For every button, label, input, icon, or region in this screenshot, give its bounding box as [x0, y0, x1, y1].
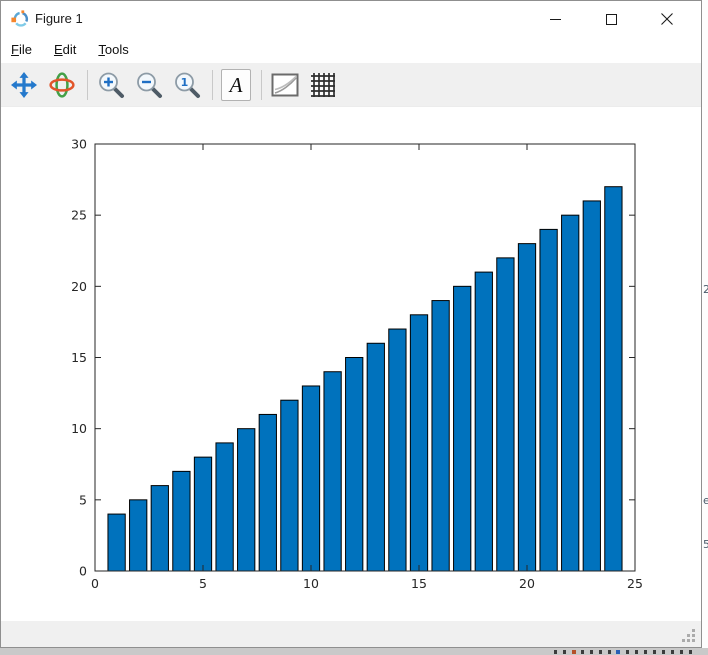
toggle-axes-button[interactable]: [270, 70, 300, 100]
figure-window: Figure 1 File Edit Tools: [0, 0, 702, 648]
bar[interactable]: [346, 358, 363, 572]
menu-edit[interactable]: Edit: [54, 38, 76, 62]
y-tick-label: 5: [79, 492, 87, 507]
window-title: Figure 1: [35, 10, 83, 28]
menu-bar: File Edit Tools: [1, 37, 701, 63]
zoom-out-button[interactable]: [134, 70, 164, 100]
bar[interactable]: [194, 457, 211, 571]
bar[interactable]: [238, 429, 255, 571]
toolbar-separator: [212, 70, 213, 100]
minimize-icon: [550, 19, 561, 20]
bar[interactable]: [302, 386, 319, 571]
minimize-button[interactable]: [527, 1, 583, 37]
zoom-original-button[interactable]: 1: [172, 70, 202, 100]
y-tick-label: 30: [71, 137, 87, 152]
pan-button[interactable]: [9, 70, 39, 100]
toolbar-separator: [87, 70, 88, 100]
octave-logo-icon: [11, 10, 29, 28]
background-glyph-fragments: [554, 650, 694, 654]
bar[interactable]: [367, 343, 384, 571]
background-text-fragment: 5: [703, 538, 708, 551]
bar[interactable]: [216, 443, 233, 571]
zoom-in-button[interactable]: [96, 70, 126, 100]
background-text-fragment: e: [703, 494, 708, 507]
x-tick-label: 15: [411, 576, 427, 591]
toggle-grid-button[interactable]: [308, 70, 338, 100]
axes-icon: [271, 73, 299, 97]
maximize-button[interactable]: [583, 1, 639, 37]
rotate-icon: [49, 72, 75, 98]
bar[interactable]: [475, 272, 492, 571]
title-bar[interactable]: Figure 1: [1, 1, 701, 37]
y-tick-label: 10: [71, 421, 87, 436]
rotate-button[interactable]: [47, 70, 77, 100]
bar[interactable]: [173, 471, 190, 571]
y-tick-label: 25: [71, 208, 87, 223]
bar[interactable]: [562, 215, 579, 571]
svg-text:1: 1: [181, 76, 189, 89]
x-tick-label: 25: [627, 576, 643, 591]
bar[interactable]: [454, 286, 471, 571]
grid-icon: [310, 72, 336, 98]
bar[interactable]: [389, 329, 406, 571]
x-tick-label: 5: [199, 576, 207, 591]
menu-tools[interactable]: Tools: [98, 38, 128, 62]
bar-chart[interactable]: 0 5 10 15 20 25 0 5 10 15 20 25 30: [1, 107, 701, 621]
bar[interactable]: [583, 201, 600, 571]
bar[interactable]: [108, 514, 125, 571]
y-tick-label: 0: [79, 564, 87, 579]
bar[interactable]: [540, 229, 557, 571]
close-button[interactable]: [639, 1, 695, 37]
bar[interactable]: [324, 372, 341, 571]
zoom-out-icon: [135, 71, 163, 99]
background-text-fragment: 2: [703, 283, 708, 296]
bar[interactable]: [497, 258, 514, 571]
zoom-in-icon: [97, 71, 125, 99]
maximize-icon: [606, 14, 617, 25]
x-tick-label: 20: [519, 576, 535, 591]
bar[interactable]: [259, 414, 276, 571]
x-tick-label: 10: [303, 576, 319, 591]
y-tick-label: 20: [71, 279, 87, 294]
insert-text-icon: A: [230, 72, 243, 98]
y-tick-label: 15: [71, 350, 87, 365]
bar[interactable]: [518, 244, 535, 571]
figure-canvas[interactable]: 0 5 10 15 20 25 0 5 10 15 20 25 30: [1, 107, 701, 621]
bar[interactable]: [281, 400, 298, 571]
pan-icon: [11, 72, 37, 98]
toolbar-separator: [261, 70, 262, 100]
bar[interactable]: [605, 187, 622, 571]
caption-buttons: [527, 1, 695, 37]
menu-file[interactable]: File: [11, 38, 32, 62]
bar[interactable]: [410, 315, 427, 571]
x-tick-label: 0: [91, 576, 99, 591]
resize-grip-icon[interactable]: [682, 629, 697, 644]
close-icon: [661, 13, 673, 25]
toolbar: 1 A: [1, 63, 701, 107]
bar[interactable]: [130, 500, 147, 571]
background-window-bottom-edge: [0, 648, 708, 655]
bar[interactable]: [432, 301, 449, 571]
insert-text-button[interactable]: A: [221, 69, 251, 101]
background-window-right-edge: 2 e 5: [702, 0, 708, 655]
status-bar: [1, 621, 701, 647]
bar[interactable]: [151, 486, 168, 571]
zoom-original-icon: 1: [173, 71, 201, 99]
